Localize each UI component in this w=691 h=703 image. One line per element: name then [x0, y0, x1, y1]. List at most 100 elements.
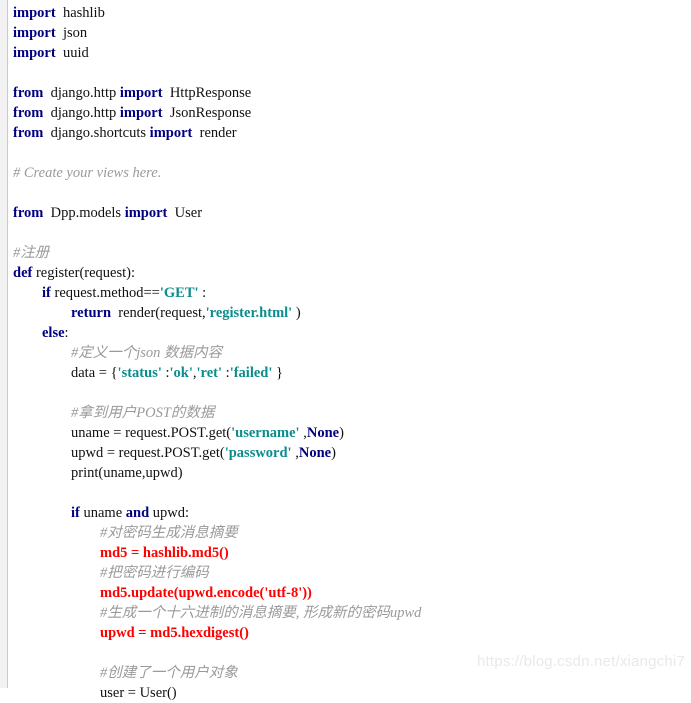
code-line: print(uname,upwd): [13, 463, 691, 483]
code-token-plain: print(uname,upwd): [71, 465, 183, 481]
code-token-plain: }: [272, 365, 283, 381]
code-token-str: 'status': [117, 365, 162, 381]
code-token-errstr: 'utf-8': [264, 585, 303, 601]
code-token-kw: from: [13, 205, 44, 221]
code-token-str: 'ok': [169, 365, 193, 381]
code-token-plain: json: [55, 25, 88, 41]
code-token-comment: #拿到用户POST的数据: [71, 405, 215, 421]
code-token-str: 'ret': [196, 365, 223, 381]
code-line: md5 = hashlib.md5(): [13, 543, 691, 563]
code-token-comment: #对密码生成消息摘要: [100, 525, 238, 541]
code-token-str: 'password': [224, 445, 292, 461]
code-line: data = {'status' :'ok','ret' :'failed' }: [13, 363, 691, 383]
code-token-plain: render(request,: [111, 305, 206, 321]
code-token-plain: data = {: [71, 365, 118, 381]
code-token-err: md5.update(upwd.encode(: [100, 585, 265, 601]
code-token-plain: ,: [299, 425, 307, 441]
code-line: from django.http import JsonResponse: [13, 103, 691, 123]
code-line: def register(request):: [13, 263, 691, 283]
code-line: if uname and upwd:: [13, 503, 691, 523]
code-token-kw: import: [119, 105, 163, 121]
code-line: uname = request.POST.get('username' ,Non…: [13, 423, 691, 443]
code-line: upwd = md5.hexdigest(): [13, 623, 691, 643]
code-token-kw: import: [124, 205, 168, 221]
code-token-plain: ): [292, 305, 301, 321]
code-token-kw: def: [13, 265, 33, 281]
code-token-str: 'username': [231, 425, 300, 441]
code-token-plain: ): [331, 445, 336, 461]
code-token-kw: if: [42, 285, 51, 301]
code-token-plain: :: [64, 325, 69, 341]
code-token-kw: import: [149, 125, 193, 141]
code-line: #对密码生成消息摘要: [13, 523, 691, 543]
code-viewer: import hashlib import json import uuid fro…: [0, 0, 691, 701]
editor-gutter: [0, 0, 8, 688]
code-token-kw: from: [13, 125, 44, 141]
code-token-plain: upwd:: [149, 505, 190, 521]
code-token-plain: ,: [291, 445, 299, 461]
code-token-str: 'register.html': [205, 305, 293, 321]
code-token-kw: import: [13, 45, 56, 61]
code-token-plain: django.http: [43, 105, 120, 121]
code-token-plain: django.http: [43, 85, 120, 101]
code-token-err: upwd = md5.hexdigest(): [100, 625, 249, 641]
code-line: from Dpp.models import User: [13, 203, 691, 223]
code-line: #定义一个json 数据内容: [13, 343, 691, 363]
code-token-plain: user = User(): [100, 685, 177, 701]
code-token-plain: :: [161, 365, 170, 381]
code-token-kw: and: [125, 505, 150, 521]
code-token-kw: import: [13, 25, 56, 41]
code-token-comment: #定义一个json 数据内容: [71, 345, 223, 361]
code-line: from django.shortcuts import render: [13, 123, 691, 143]
code-token-comment: #生成一个十六进制的消息摘要, 形成新的密码upwd: [100, 605, 422, 621]
code-token-str: 'GET': [159, 285, 199, 301]
code-token-err: md5 = hashlib.md5(): [100, 545, 229, 561]
code-token-plain: ): [339, 425, 344, 441]
code-token-plain: render: [192, 125, 237, 141]
code-token-comment: #注册: [13, 245, 50, 261]
code-line: else:: [13, 323, 691, 343]
code-token-kw: import: [119, 85, 163, 101]
code-token-plain: register(request):: [32, 265, 136, 281]
code-token-comment: #创建了一个用户对象: [100, 665, 238, 681]
code-token-plain: uuid: [55, 45, 89, 61]
code-token-kw: if: [71, 505, 80, 521]
code-token-plain: :: [222, 365, 230, 381]
code-line: upwd = request.POST.get('password' ,None…: [13, 443, 691, 463]
code-token-kw: from: [13, 85, 44, 101]
code-token-plain: :: [198, 285, 207, 301]
code-line: if request.method=='GET' :: [13, 283, 691, 303]
code-token-plain: hashlib: [55, 5, 105, 21]
code-token-str: 'failed': [229, 365, 273, 381]
code-token-plain: uname: [79, 505, 126, 521]
code-token-plain: User: [167, 205, 203, 221]
code-line: user = User(): [13, 683, 691, 703]
code-line: # Create your views here.: [13, 163, 691, 183]
code-line: import hashlib: [13, 3, 691, 23]
code-line: from django.http import HttpResponse: [13, 83, 691, 103]
code-token-err: )): [302, 585, 312, 601]
code-token-kw: import: [13, 5, 56, 21]
code-token-comment: #把密码进行编码: [100, 565, 209, 581]
code-token-plain: django.shortcuts: [43, 125, 150, 141]
code-line: return render(request,'register.html' ): [13, 303, 691, 323]
watermark-text: https://blog.csdn.net/xiangchi7: [477, 653, 685, 670]
code-line: #拿到用户POST的数据: [13, 403, 691, 423]
code-token-plain: uname = request.POST.get(: [71, 425, 232, 441]
code-content[interactable]: import hashlib import json import uuid fro…: [13, 3, 691, 701]
code-line: #把密码进行编码: [13, 563, 691, 583]
code-token-kw: else: [42, 325, 65, 341]
code-token-comment: # Create your views here.: [13, 165, 162, 181]
code-token-builtin: None: [298, 445, 332, 461]
code-token-plain: upwd = request.POST.get(: [71, 445, 225, 461]
code-token-plain: JsonResponse: [162, 105, 252, 121]
code-token-kw: return: [71, 305, 112, 321]
code-line: import json: [13, 23, 691, 43]
code-token-builtin: None: [306, 425, 340, 441]
